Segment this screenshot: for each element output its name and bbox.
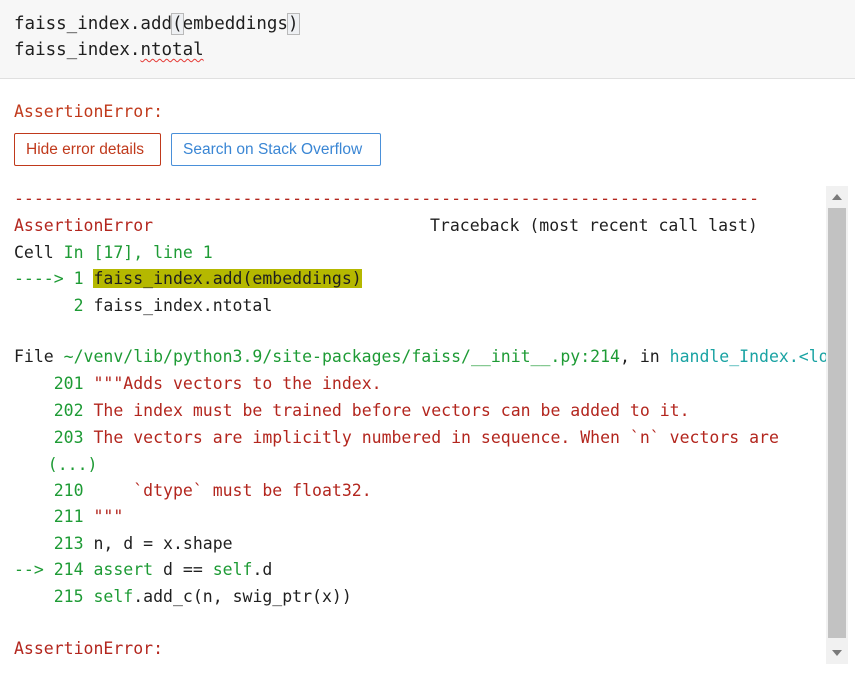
traceback-file-line: File ~/venv/lib/python3.9/site-packages/…	[14, 344, 826, 371]
line-number: 211	[14, 507, 94, 526]
line-number: 202	[14, 401, 94, 420]
code-line-1: faiss_index.add(embeddings)	[14, 11, 300, 37]
error-name: AssertionError	[14, 216, 154, 235]
traceback-header-right: Traceback (most recent call last)	[430, 216, 758, 235]
line-number: 2	[14, 296, 94, 315]
traceback-output[interactable]: ----------------------------------------…	[0, 186, 826, 666]
open-paren: (	[171, 13, 184, 35]
arrow-marker: --> 214	[14, 560, 94, 579]
code-line-2: faiss_index.ntotal	[14, 37, 204, 63]
function-name: handle_Index.<lo	[669, 347, 826, 366]
keyword: assert	[93, 560, 154, 579]
keyword: self	[93, 587, 134, 606]
code-text: .add_c(n, swig_ptr(x))	[133, 587, 352, 606]
cell-reference: In [17], line 1	[63, 243, 213, 262]
line-number: 213	[14, 534, 94, 553]
output-scrollbar[interactable]	[826, 186, 848, 664]
docstring-text: The index must be trained before vectors…	[93, 401, 690, 420]
code-cell-input[interactable]: faiss_index.add(embeddings) faiss_index.…	[0, 0, 855, 79]
scrollbar-thumb[interactable]	[828, 208, 846, 638]
code-text: .d	[252, 560, 273, 579]
line-number: 203	[14, 428, 94, 447]
traceback-line-214: --> 214 assert d == self.d	[14, 557, 272, 584]
file-word: File	[14, 347, 64, 366]
code-text: faiss_index.	[14, 40, 141, 60]
traceback-rule: ----------------------------------------…	[14, 189, 760, 208]
line-number: 215	[14, 587, 94, 606]
traceback-final-error: AssertionError:	[14, 639, 164, 658]
search-stack-overflow-button[interactable]: Search on Stack Overflow	[171, 133, 381, 166]
highlighted-code: faiss_index.add(embeddings)	[93, 269, 362, 288]
traceback-line-2: 2 faiss_index.ntotal	[14, 293, 273, 320]
code-text: faiss_index.ntotal	[93, 296, 273, 315]
traceback-cell-line: Cell In [17], line 1	[14, 240, 213, 267]
docstring-text: The vectors are implicitly numbered in s…	[93, 428, 779, 447]
docstring-text: """Adds vectors to the index.	[93, 374, 382, 393]
hide-error-details-button[interactable]: Hide error details	[14, 133, 161, 166]
scroll-up-arrow-icon[interactable]	[832, 194, 842, 200]
code-arg: embeddings	[182, 14, 288, 34]
close-paren: )	[286, 13, 300, 35]
code-attr-squiggle: ntotal	[140, 40, 204, 60]
line-number: 201	[14, 374, 94, 393]
traceback-line-215: 215 self.add_c(n, swig_ptr(x))	[14, 584, 352, 611]
traceback-header: AssertionError Traceback (most recent cal…	[14, 213, 758, 240]
traceback-line-210: 210 `dtype` must be float32.	[14, 478, 372, 505]
traceback-line-203: 203 The vectors are implicitly numbered …	[14, 425, 779, 452]
code-text: faiss_index.add	[14, 14, 173, 34]
traceback-arrow-line: ----> 1 faiss_index.add(embeddings)	[14, 266, 362, 293]
scroll-down-arrow-icon[interactable]	[832, 650, 842, 656]
cell-word: Cell	[14, 243, 64, 262]
file-in-word: , in	[619, 347, 670, 366]
traceback-line-202: 202 The index must be trained before vec…	[14, 398, 690, 425]
docstring-text: `dtype` must be float32.	[93, 481, 372, 500]
code-text: n, d = x.shape	[93, 534, 233, 553]
file-path-link[interactable]: ~/venv/lib/python3.9/site-packages/faiss…	[64, 347, 620, 366]
line-number: 210	[14, 481, 94, 500]
arrow-marker: ----> 1	[14, 269, 94, 288]
keyword: self	[212, 560, 253, 579]
traceback-ellipsis: (...)	[18, 455, 98, 474]
docstring-text: """	[93, 507, 124, 526]
traceback-line-211: 211 """	[14, 504, 124, 531]
traceback-line-213: 213 n, d = x.shape	[14, 531, 233, 558]
error-title: AssertionError:	[14, 102, 164, 121]
traceback-line-201: 201 """Adds vectors to the index.	[14, 371, 382, 398]
code-text: d ==	[153, 560, 213, 579]
